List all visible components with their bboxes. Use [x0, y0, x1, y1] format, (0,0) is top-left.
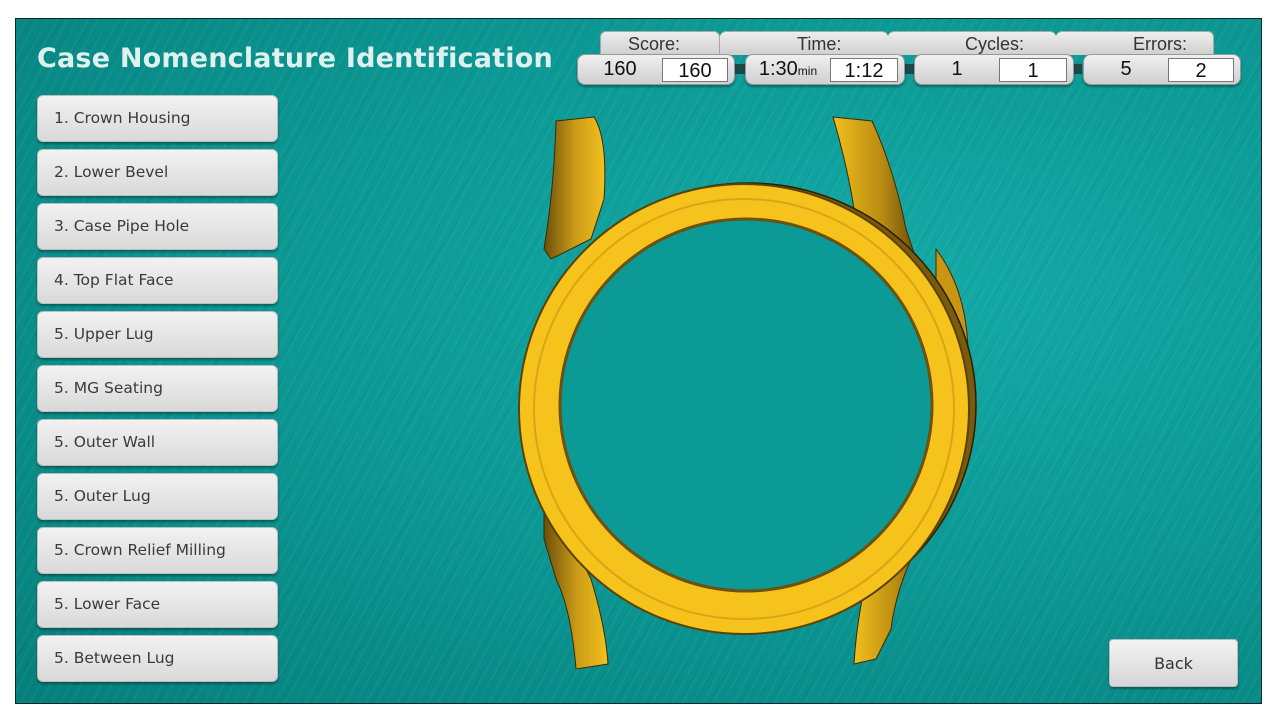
time-label: Time:: [797, 34, 842, 54]
upper-left-lug[interactable]: [543, 116, 606, 260]
part-button-top-flat-face[interactable]: 4. Top Flat Face: [37, 257, 278, 304]
part-button-between-lug[interactable]: 5. Between Lug: [37, 635, 278, 682]
time-group: 1:30min 1:12: [745, 54, 905, 85]
back-button[interactable]: Back: [1109, 639, 1238, 687]
page-title: Case Nomenclature Identification: [37, 43, 553, 74]
time-target-value: 1:30: [758, 58, 798, 80]
cycles-value: 1: [999, 58, 1067, 82]
score-label: Score:: [628, 34, 681, 54]
time-target: 1:30min: [746, 55, 830, 84]
cycles-target: 1: [951, 58, 963, 80]
part-button-mg-seating[interactable]: 5. MG Seating: [37, 365, 278, 412]
errors-group: 5 2: [1083, 54, 1241, 85]
time-tab: Time:: [720, 31, 888, 55]
part-button-crown-relief-milling[interactable]: 5. Crown Relief Milling: [37, 527, 278, 574]
part-button-crown-housing[interactable]: 1. Crown Housing: [37, 95, 278, 142]
part-list: 1. Crown Housing 2. Lower Bevel 3. Case …: [37, 95, 279, 689]
errors-label: Errors:: [1133, 34, 1187, 54]
errors-target: 5: [1120, 58, 1132, 80]
part-button-lower-face[interactable]: 5. Lower Face: [37, 581, 278, 628]
part-button-outer-lug[interactable]: 5. Outer Lug: [37, 473, 278, 520]
part-button-case-pipe-hole[interactable]: 3. Case Pipe Hole: [37, 203, 278, 250]
score-group: 160 160: [577, 54, 735, 85]
case-opening: [558, 217, 934, 593]
watch-case-model[interactable]: [496, 109, 996, 669]
errors-value: 2: [1168, 58, 1234, 82]
score-tab: Score:: [600, 31, 720, 55]
part-button-upper-lug[interactable]: 5. Upper Lug: [37, 311, 278, 358]
part-button-lower-bevel[interactable]: 2. Lower Bevel: [37, 149, 278, 196]
cycles-tab: Cycles:: [888, 31, 1056, 55]
score-target: 160: [603, 58, 637, 80]
errors-tab: Errors:: [1056, 31, 1214, 55]
cycles-label: Cycles:: [965, 34, 1025, 54]
time-value: 1:12: [830, 58, 898, 82]
app-window: Case Nomenclature Identification Score: …: [15, 18, 1262, 704]
time-unit: min: [797, 64, 818, 78]
score-value: 160: [662, 58, 728, 82]
cycles-group: 1 1: [914, 54, 1074, 85]
part-button-outer-wall[interactable]: 5. Outer Wall: [37, 419, 278, 466]
